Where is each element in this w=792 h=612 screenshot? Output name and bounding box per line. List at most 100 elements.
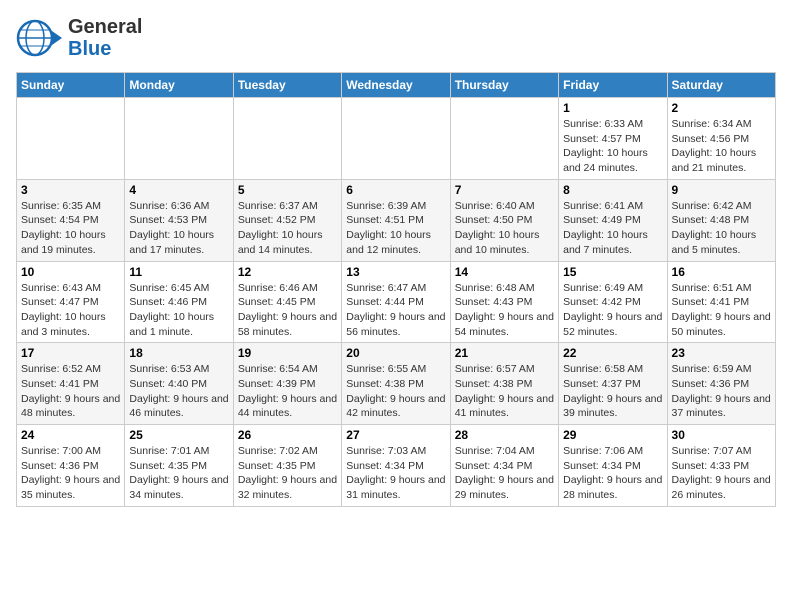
weekday-header-thursday: Thursday bbox=[450, 73, 558, 98]
day-number: 20 bbox=[346, 346, 445, 360]
calendar-cell: 1 Sunrise: 6:33 AM Sunset: 4:57 PM Daylig… bbox=[559, 98, 667, 180]
weekday-header-sunday: Sunday bbox=[17, 73, 125, 98]
calendar-cell: 17 Sunrise: 6:52 AM Sunset: 4:41 PM Dayli… bbox=[17, 343, 125, 425]
day-number: 28 bbox=[455, 428, 554, 442]
day-number: 18 bbox=[129, 346, 228, 360]
day-info: Sunrise: 7:07 AM Sunset: 4:33 PM Dayligh… bbox=[672, 444, 771, 503]
day-number: 3 bbox=[21, 183, 120, 197]
day-info: Sunrise: 7:03 AM Sunset: 4:34 PM Dayligh… bbox=[346, 444, 445, 503]
calendar-cell: 22 Sunrise: 6:58 AM Sunset: 4:37 PM Dayli… bbox=[559, 343, 667, 425]
day-number: 21 bbox=[455, 346, 554, 360]
day-info: Sunrise: 6:47 AM Sunset: 4:44 PM Dayligh… bbox=[346, 281, 445, 340]
day-info: Sunrise: 6:37 AM Sunset: 4:52 PM Dayligh… bbox=[238, 199, 337, 258]
weekday-header-friday: Friday bbox=[559, 73, 667, 98]
calendar-cell: 16 Sunrise: 6:51 AM Sunset: 4:41 PM Dayli… bbox=[667, 261, 775, 343]
day-info: Sunrise: 6:36 AM Sunset: 4:53 PM Dayligh… bbox=[129, 199, 228, 258]
calendar-cell: 27 Sunrise: 7:03 AM Sunset: 4:34 PM Dayli… bbox=[342, 425, 450, 507]
day-info: Sunrise: 6:42 AM Sunset: 4:48 PM Dayligh… bbox=[672, 199, 771, 258]
day-info: Sunrise: 6:39 AM Sunset: 4:51 PM Dayligh… bbox=[346, 199, 445, 258]
day-number: 13 bbox=[346, 265, 445, 279]
day-info: Sunrise: 6:40 AM Sunset: 4:50 PM Dayligh… bbox=[455, 199, 554, 258]
day-info: Sunrise: 6:51 AM Sunset: 4:41 PM Dayligh… bbox=[672, 281, 771, 340]
weekday-header-saturday: Saturday bbox=[667, 73, 775, 98]
calendar-cell: 6 Sunrise: 6:39 AM Sunset: 4:51 PM Daylig… bbox=[342, 179, 450, 261]
day-number: 23 bbox=[672, 346, 771, 360]
calendar-cell: 14 Sunrise: 6:48 AM Sunset: 4:43 PM Dayli… bbox=[450, 261, 558, 343]
calendar: SundayMondayTuesdayWednesdayThursdayFrid… bbox=[16, 72, 776, 507]
calendar-cell bbox=[125, 98, 233, 180]
day-info: Sunrise: 6:49 AM Sunset: 4:42 PM Dayligh… bbox=[563, 281, 662, 340]
calendar-cell: 3 Sunrise: 6:35 AM Sunset: 4:54 PM Daylig… bbox=[17, 179, 125, 261]
day-number: 22 bbox=[563, 346, 662, 360]
day-number: 30 bbox=[672, 428, 771, 442]
day-number: 1 bbox=[563, 101, 662, 115]
day-info: Sunrise: 7:02 AM Sunset: 4:35 PM Dayligh… bbox=[238, 444, 337, 503]
day-number: 12 bbox=[238, 265, 337, 279]
calendar-cell: 8Sunrise: 6:41 AM Sunset: 4:49 PM Daylig… bbox=[559, 179, 667, 261]
calendar-cell: 23 Sunrise: 6:59 AM Sunset: 4:36 PM Dayli… bbox=[667, 343, 775, 425]
day-info: Sunrise: 7:06 AM Sunset: 4:34 PM Dayligh… bbox=[563, 444, 662, 503]
calendar-cell: 4 Sunrise: 6:36 AM Sunset: 4:53 PM Daylig… bbox=[125, 179, 233, 261]
day-number: 6 bbox=[346, 183, 445, 197]
day-number: 9 bbox=[672, 183, 771, 197]
header: General Blue bbox=[16, 16, 776, 60]
calendar-cell: 20 Sunrise: 6:55 AM Sunset: 4:38 PM Dayli… bbox=[342, 343, 450, 425]
day-number: 4 bbox=[129, 183, 228, 197]
day-info: Sunrise: 6:57 AM Sunset: 4:38 PM Dayligh… bbox=[455, 362, 554, 421]
day-info: Sunrise: 7:01 AM Sunset: 4:35 PM Dayligh… bbox=[129, 444, 228, 503]
day-number: 15 bbox=[563, 265, 662, 279]
day-number: 26 bbox=[238, 428, 337, 442]
day-info: Sunrise: 6:48 AM Sunset: 4:43 PM Dayligh… bbox=[455, 281, 554, 340]
day-number: 17 bbox=[21, 346, 120, 360]
calendar-cell: 10 Sunrise: 6:43 AM Sunset: 4:47 PM Dayli… bbox=[17, 261, 125, 343]
day-info: Sunrise: 6:58 AM Sunset: 4:37 PM Dayligh… bbox=[563, 362, 662, 421]
day-info: Sunrise: 7:04 AM Sunset: 4:34 PM Dayligh… bbox=[455, 444, 554, 503]
day-info: Sunrise: 6:43 AM Sunset: 4:47 PM Dayligh… bbox=[21, 281, 120, 340]
day-number: 27 bbox=[346, 428, 445, 442]
calendar-cell: 5Sunrise: 6:37 AM Sunset: 4:52 PM Daylig… bbox=[233, 179, 341, 261]
day-info: Sunrise: 7:00 AM Sunset: 4:36 PM Dayligh… bbox=[21, 444, 120, 503]
calendar-cell: 11 Sunrise: 6:45 AM Sunset: 4:46 PM Dayli… bbox=[125, 261, 233, 343]
calendar-cell: 24 Sunrise: 7:00 AM Sunset: 4:36 PM Dayli… bbox=[17, 425, 125, 507]
day-info: Sunrise: 6:55 AM Sunset: 4:38 PM Dayligh… bbox=[346, 362, 445, 421]
calendar-cell: 29 Sunrise: 7:06 AM Sunset: 4:34 PM Dayli… bbox=[559, 425, 667, 507]
calendar-cell: 2 Sunrise: 6:34 AM Sunset: 4:56 PM Daylig… bbox=[667, 98, 775, 180]
day-info: Sunrise: 6:53 AM Sunset: 4:40 PM Dayligh… bbox=[129, 362, 228, 421]
weekday-header-wednesday: Wednesday bbox=[342, 73, 450, 98]
day-info: Sunrise: 6:35 AM Sunset: 4:54 PM Dayligh… bbox=[21, 199, 120, 258]
day-number: 19 bbox=[238, 346, 337, 360]
calendar-cell bbox=[233, 98, 341, 180]
day-info: Sunrise: 6:45 AM Sunset: 4:46 PM Dayligh… bbox=[129, 281, 228, 340]
day-info: Sunrise: 6:54 AM Sunset: 4:39 PM Dayligh… bbox=[238, 362, 337, 421]
day-number: 2 bbox=[672, 101, 771, 115]
calendar-cell: 30 Sunrise: 7:07 AM Sunset: 4:33 PM Dayli… bbox=[667, 425, 775, 507]
calendar-cell bbox=[450, 98, 558, 180]
calendar-cell bbox=[17, 98, 125, 180]
calendar-cell: 15 Sunrise: 6:49 AM Sunset: 4:42 PM Dayli… bbox=[559, 261, 667, 343]
day-number: 11 bbox=[129, 265, 228, 279]
calendar-cell: 18 Sunrise: 6:53 AM Sunset: 4:40 PM Dayli… bbox=[125, 343, 233, 425]
day-info: Sunrise: 6:59 AM Sunset: 4:36 PM Dayligh… bbox=[672, 362, 771, 421]
calendar-cell: 9 Sunrise: 6:42 AM Sunset: 4:48 PM Daylig… bbox=[667, 179, 775, 261]
day-number: 16 bbox=[672, 265, 771, 279]
day-info: Sunrise: 6:52 AM Sunset: 4:41 PM Dayligh… bbox=[21, 362, 120, 421]
calendar-cell: 12 Sunrise: 6:46 AM Sunset: 4:45 PM Dayli… bbox=[233, 261, 341, 343]
day-number: 25 bbox=[129, 428, 228, 442]
weekday-header-monday: Monday bbox=[125, 73, 233, 98]
calendar-cell: 21 Sunrise: 6:57 AM Sunset: 4:38 PM Dayli… bbox=[450, 343, 558, 425]
weekday-header-tuesday: Tuesday bbox=[233, 73, 341, 98]
day-number: 10 bbox=[21, 265, 120, 279]
calendar-cell: 7Sunrise: 6:40 AM Sunset: 4:50 PM Daylig… bbox=[450, 179, 558, 261]
day-number: 24 bbox=[21, 428, 120, 442]
day-number: 29 bbox=[563, 428, 662, 442]
day-number: 8 bbox=[563, 183, 662, 197]
day-number: 14 bbox=[455, 265, 554, 279]
calendar-cell: 13 Sunrise: 6:47 AM Sunset: 4:44 PM Dayli… bbox=[342, 261, 450, 343]
day-info: Sunrise: 6:33 AM Sunset: 4:57 PM Dayligh… bbox=[563, 117, 662, 176]
day-info: Sunrise: 6:46 AM Sunset: 4:45 PM Dayligh… bbox=[238, 281, 337, 340]
calendar-cell: 25 Sunrise: 7:01 AM Sunset: 4:35 PM Dayli… bbox=[125, 425, 233, 507]
day-info: Sunrise: 6:34 AM Sunset: 4:56 PM Dayligh… bbox=[672, 117, 771, 176]
calendar-cell: 26 Sunrise: 7:02 AM Sunset: 4:35 PM Dayli… bbox=[233, 425, 341, 507]
calendar-cell: 28 Sunrise: 7:04 AM Sunset: 4:34 PM Dayli… bbox=[450, 425, 558, 507]
calendar-cell bbox=[342, 98, 450, 180]
